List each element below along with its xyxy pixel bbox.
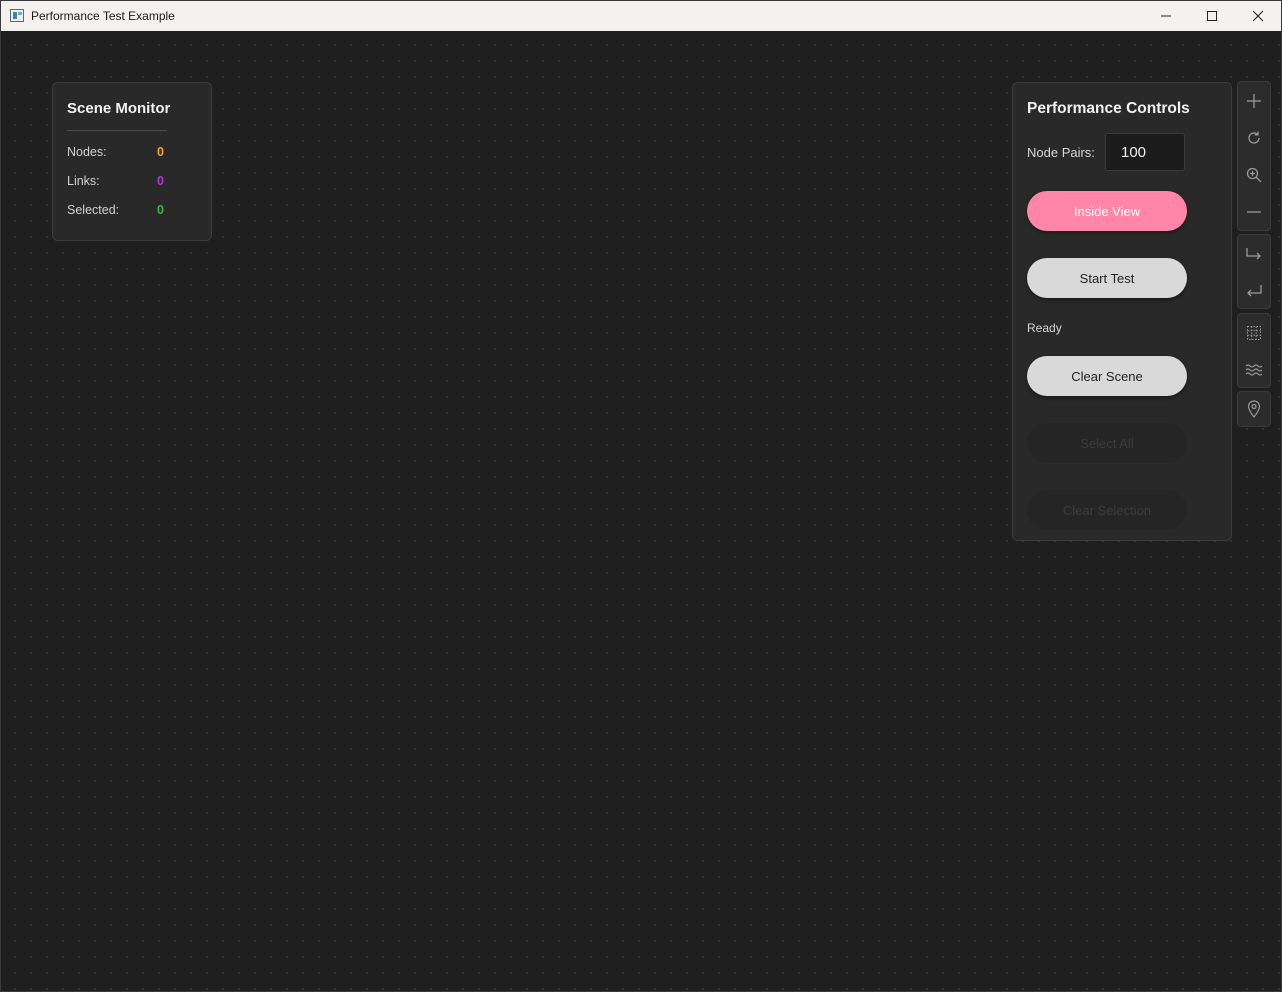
window-title: Performance Test Example xyxy=(31,9,175,23)
status-text: Ready xyxy=(1027,321,1062,335)
history-toolbar-group xyxy=(1237,234,1271,309)
maximize-icon xyxy=(1206,10,1218,22)
grid-icon xyxy=(1246,325,1262,341)
divider xyxy=(67,130,167,131)
scene-monitor-title: Scene Monitor xyxy=(67,100,171,117)
node-pairs-label: Node Pairs: xyxy=(1027,145,1095,160)
app-window: Performance Test Example Scene Monitor N… xyxy=(0,0,1282,992)
close-button[interactable] xyxy=(1235,1,1281,31)
nodes-value: 0 xyxy=(157,145,164,159)
waves-button[interactable] xyxy=(1238,351,1270,388)
location-pin-icon xyxy=(1247,400,1261,418)
minimize-icon xyxy=(1160,10,1172,22)
performance-controls-panel: Performance Controls Node Pairs: Inside … xyxy=(1012,82,1232,541)
add-button[interactable] xyxy=(1238,82,1270,119)
clear-selection-button[interactable]: Clear Selection xyxy=(1027,490,1187,530)
start-test-button[interactable]: Start Test xyxy=(1027,258,1187,298)
grid-toggle-button[interactable] xyxy=(1238,314,1270,351)
redo-arrow-icon xyxy=(1245,247,1263,261)
undo-return-icon xyxy=(1245,284,1263,298)
locate-button[interactable] xyxy=(1238,392,1270,426)
app-icon xyxy=(10,9,24,22)
links-value: 0 xyxy=(157,174,164,188)
selected-label: Selected: xyxy=(67,203,120,217)
reset-button[interactable] xyxy=(1238,119,1270,156)
redo-button[interactable] xyxy=(1238,235,1270,272)
select-all-button[interactable]: Select All xyxy=(1027,423,1187,463)
maximize-button[interactable] xyxy=(1189,1,1235,31)
location-toolbar-group xyxy=(1237,391,1271,427)
performance-controls-title: Performance Controls xyxy=(1027,100,1190,117)
close-icon xyxy=(1252,10,1264,22)
zoom-in-button[interactable] xyxy=(1238,156,1270,193)
undo-button[interactable] xyxy=(1238,272,1270,309)
links-label: Links: xyxy=(67,174,100,188)
selected-value: 0 xyxy=(157,203,164,217)
view-toolbar-group xyxy=(1237,313,1271,388)
minus-icon xyxy=(1246,204,1262,220)
zoom-in-icon xyxy=(1246,167,1262,183)
rotate-icon xyxy=(1246,130,1262,146)
title-bar[interactable]: Performance Test Example xyxy=(1,1,1281,31)
zoom-out-button[interactable] xyxy=(1238,193,1270,230)
inside-view-button[interactable]: Inside View xyxy=(1027,191,1187,231)
clear-scene-button[interactable]: Clear Scene xyxy=(1027,356,1187,396)
node-pairs-input[interactable] xyxy=(1105,133,1185,171)
waves-icon xyxy=(1245,363,1263,377)
minimize-button[interactable] xyxy=(1143,1,1189,31)
scene-monitor-panel: Scene Monitor Nodes: 0 Links: 0 Selected… xyxy=(52,82,212,241)
graph-canvas[interactable]: Scene Monitor Nodes: 0 Links: 0 Selected… xyxy=(1,31,1281,991)
nodes-label: Nodes: xyxy=(67,145,107,159)
zoom-toolbar-group xyxy=(1237,81,1271,231)
plus-icon xyxy=(1246,93,1262,109)
